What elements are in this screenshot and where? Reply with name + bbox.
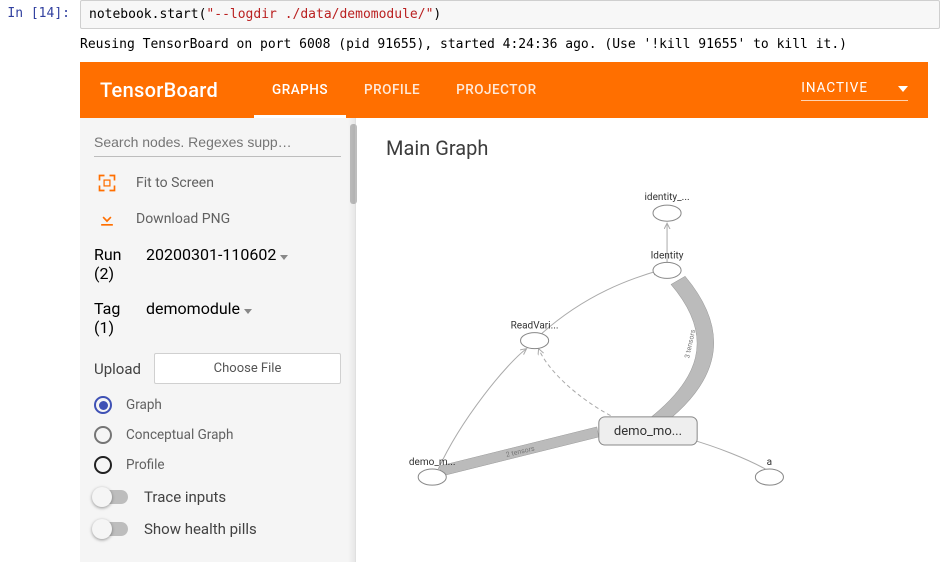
toggle-label: Trace inputs (144, 488, 226, 506)
node-demo-m[interactable] (418, 469, 446, 485)
choose-file-button[interactable]: Choose File (154, 353, 341, 384)
node-identity[interactable] (653, 262, 681, 278)
radio-graph[interactable]: Graph (94, 396, 341, 414)
node-label: demo_mo... (614, 424, 682, 439)
radio-label: Graph (126, 397, 162, 413)
node-label: identity_... (645, 192, 690, 203)
upload-label: Upload (94, 360, 154, 378)
chevron-down-icon (898, 80, 908, 96)
node-readvar[interactable] (521, 333, 549, 349)
edge-demo-to-identity (649, 276, 714, 429)
search-input[interactable] (94, 128, 341, 157)
tb-header: TensorBoard GRAPHS PROFILE PROJECTOR INA… (80, 62, 928, 118)
code-object: notebook (89, 7, 152, 22)
tensorboard-frame: TensorBoard GRAPHS PROFILE PROJECTOR INA… (80, 62, 928, 562)
code-input[interactable]: notebook.start("--logdir ./data/demomodu… (80, 0, 940, 29)
node-a[interactable] (755, 469, 783, 485)
input-prompt: In [14]: (0, 0, 80, 29)
chevron-down-icon (280, 255, 288, 260)
fit-to-screen-button[interactable]: Fit to Screen (94, 173, 341, 193)
graph-pane[interactable]: Main Graph 2 tensors 3 tensors (356, 118, 928, 562)
notebook-cell: In [14]: notebook.start("--logdir ./data… (0, 0, 940, 29)
node-label: demo_m... (409, 457, 456, 468)
run-select[interactable]: 20200301-110602 (146, 245, 341, 264)
tab-profile[interactable]: PROFILE (346, 62, 438, 118)
inactive-dropdown[interactable]: INACTIVE (801, 80, 908, 101)
run-value: 20200301-110602 (146, 245, 276, 264)
graph-canvas[interactable]: 2 tensors 3 tensors identity_... Identit… (366, 168, 928, 549)
tag-select[interactable]: demomodule (146, 299, 341, 318)
run-count: (2) (94, 264, 146, 283)
radio-conceptual-graph[interactable]: Conceptual Graph (94, 426, 341, 444)
output-row: Reusing TensorBoard on port 6008 (pid 91… (0, 33, 940, 62)
radio-label: Conceptual Graph (126, 427, 233, 443)
radio-label: Profile (126, 457, 165, 473)
tag-value: demomodule (146, 299, 240, 318)
tab-graphs[interactable]: GRAPHS (254, 62, 346, 118)
toggle-label: Show health pills (144, 520, 257, 538)
run-row: Run (2) 20200301-110602 (94, 245, 341, 283)
graph-title: Main Graph (386, 136, 928, 160)
edge-demo-to-readvar (539, 349, 617, 419)
fit-label: Fit to Screen (136, 175, 214, 191)
cell-output: Reusing TensorBoard on port 6008 (pid 91… (80, 33, 847, 62)
node-label: ReadVari... (511, 321, 559, 332)
edge-readvar-to-identity (542, 270, 659, 333)
code-string-arg: "--logdir ./data/demomodule/" (206, 7, 433, 22)
node-identity-trunc[interactable] (653, 205, 681, 221)
tag-count: (1) (94, 318, 146, 337)
sidebar: Fit to Screen Download PNG Run (2) 20200… (80, 118, 356, 562)
node-label: a (767, 457, 772, 468)
close-paren: ) (433, 7, 441, 22)
toggle-health-pills[interactable]: Show health pills (94, 520, 341, 538)
toggle-switch (94, 490, 128, 504)
upload-row: Upload Choose File (94, 353, 341, 384)
code-method: .start (152, 7, 199, 22)
download-label: Download PNG (136, 211, 230, 227)
radio-icon (94, 396, 112, 414)
tab-projector[interactable]: PROJECTOR (438, 62, 555, 118)
edge-label-3tensors: 3 tensors (682, 328, 697, 359)
run-label: Run (94, 245, 146, 264)
fit-screen-icon (94, 173, 120, 193)
node-label: Identity (651, 250, 684, 261)
chevron-down-icon (244, 309, 252, 314)
inactive-label: INACTIVE (801, 80, 868, 96)
download-icon (94, 209, 120, 229)
toggle-switch (94, 522, 128, 536)
edge-a-to-demo (689, 439, 765, 469)
toggle-trace-inputs[interactable]: Trace inputs (94, 488, 341, 506)
tag-row: Tag (1) demomodule (94, 299, 341, 337)
radio-icon (94, 426, 112, 444)
tb-tabs: GRAPHS PROFILE PROJECTOR (254, 62, 555, 118)
download-png-button[interactable]: Download PNG (94, 209, 341, 229)
tb-logo: TensorBoard (100, 78, 218, 102)
radio-profile[interactable]: Profile (94, 456, 341, 474)
tag-label: Tag (94, 299, 146, 318)
radio-icon (94, 456, 112, 474)
